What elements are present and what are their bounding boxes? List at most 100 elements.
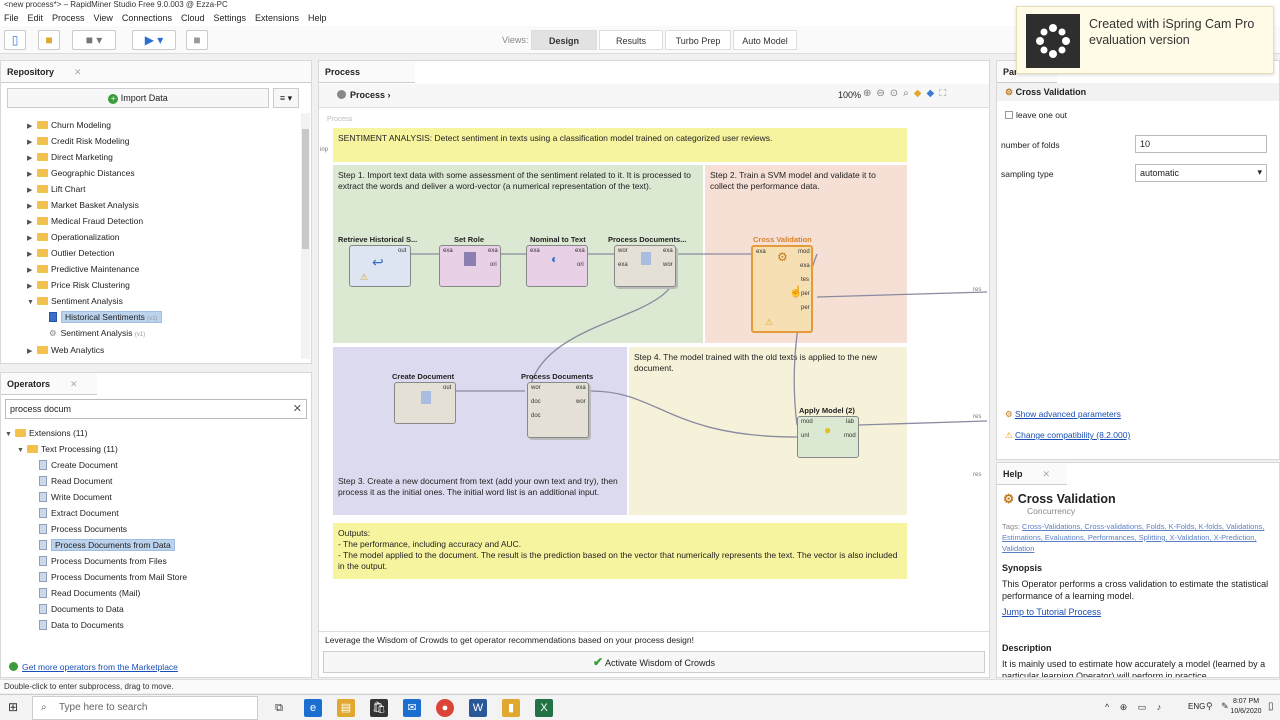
zoom-in-icon[interactable]: ⊕ [863,88,876,99]
marketplace-link[interactable]: Get more operators from the Marketplace [9,659,178,675]
task-view-icon[interactable]: ⧉ [270,699,288,717]
repo-item-churn-modeling[interactable]: ▶ Churn Modeling [27,117,111,133]
op-write-document[interactable]: Write Document [39,489,112,505]
repo-item-historical-sentiments[interactable]: Historical Sentiments (v1) [49,309,162,325]
menu-edit[interactable]: Edit [28,11,44,26]
repo-item-geographic-distances[interactable]: ▶ Geographic Distances [27,165,135,181]
menu-settings[interactable]: Settings [213,11,246,26]
process-tab[interactable]: Process [319,61,415,83]
stop-process-button[interactable]: ■ [186,30,208,50]
op-create-document[interactable]: out [394,382,456,424]
notifications-icon[interactable]: ▯ [1268,701,1274,712]
fullscreen-icon[interactable]: ⛶ [939,88,951,99]
evaluation-notification[interactable]: Created with iSpring Cam Pro evaluation … [1016,6,1274,74]
breadcrumb[interactable]: Process › [337,90,391,100]
save-process-button[interactable]: ■ ▾ [72,30,116,50]
op-tree-extensions[interactable]: ▼ Extensions (11) [5,425,87,441]
excel-icon[interactable]: X [535,699,553,717]
op-set-role[interactable]: exa exa ori [439,245,501,287]
result-port-2[interactable]: res [973,414,981,420]
close-icon[interactable]: ✕ [70,379,78,389]
auto-wire-icon[interactable]: ◆ [914,88,927,99]
repo-item-web-analytics[interactable]: ▶ Web Analytics [27,342,104,358]
operators-search-input[interactable]: process docum ✕ [5,399,307,419]
word-icon[interactable]: W [469,699,487,717]
result-port-1[interactable]: res [973,287,981,293]
leave-one-out-checkbox[interactable]: leave one out [1005,110,1067,120]
repository-tab[interactable]: Repository ✕ [1,61,311,83]
zoom-out-icon[interactable]: ⊖ [876,88,889,99]
sentiment-analysis-note[interactable]: SENTIMENT ANALYSIS: Detect sentiment in … [333,128,907,162]
edge-browser-icon[interactable]: e [304,699,322,717]
repo-item-sentiment-analysis-folder[interactable]: ▼ Sentiment Analysis [27,293,123,309]
op-process-documents-1[interactable]: wor exa exa wor [614,245,676,287]
step4-note[interactable]: Step 4. The model trained with the old t… [629,347,907,515]
file-explorer-icon[interactable]: ▤ [337,699,355,717]
zoom-fit-icon[interactable]: ⊙ [890,88,903,99]
result-port-3[interactable]: res [973,472,981,478]
op-documents-to-data[interactable]: Documents to Data [39,601,124,617]
new-process-button[interactable]: ▯ [4,30,26,50]
repository-scrollbar[interactable] [301,113,310,359]
sampling-select[interactable]: automatic ▾ [1135,164,1267,182]
folds-input[interactable]: 10 [1135,135,1267,153]
op-process-documents[interactable]: Process Documents [39,521,127,537]
op-nominal-to-text[interactable]: ◐ exa exa ori [526,245,588,287]
open-process-button[interactable]: ■ [38,30,60,50]
mail-icon[interactable]: ✉ [403,699,421,717]
menu-view[interactable]: View [94,11,113,26]
windows-start-icon[interactable]: ⊞ [8,700,18,714]
repo-item-credit-risk-modeling[interactable]: ▶ Credit Risk Modeling [27,133,129,149]
repo-item-direct-marketing[interactable]: ▶ Direct Marketing [27,149,113,165]
menu-cloud[interactable]: Cloud [181,11,205,26]
repo-item-predictive-maintenance[interactable]: ▶ Predictive Maintenance [27,261,139,277]
repo-item-medical-fraud-detection[interactable]: ▶ Medical Fraud Detection [27,213,143,229]
repo-item-lift-chart[interactable]: ▶ Lift Chart [27,181,86,197]
clear-search-icon[interactable]: ✕ [293,400,302,418]
menu-help[interactable]: Help [308,11,327,26]
op-cross-validation[interactable]: ⚙ ⚠ exa mod exa tes per per ☝ [751,245,813,333]
scrollbar-thumb[interactable] [302,129,309,249]
outputs-note[interactable]: Outputs: - The performance, including ac… [333,523,907,579]
help-tags[interactable]: Tags: Cross-Validations, Cross-validatio… [1002,521,1270,554]
op-process-documents-from-mail-store[interactable]: Process Documents from Mail Store [39,569,187,585]
menu-file[interactable]: File [4,11,19,26]
chrome-icon[interactable]: ● [436,699,454,717]
menu-extensions[interactable]: Extensions [255,11,299,26]
canvas-tools[interactable]: ⊕⊖⊙⌕◆◆⛶ [863,88,951,99]
taskbar-clock[interactable]: 8:07 PM 10/6/2020 [1228,697,1264,717]
op-data-to-documents[interactable]: Data to Documents [39,617,124,633]
op-read-document[interactable]: Read Document [39,473,112,489]
taskbar-search-input[interactable]: ⌕ Type here to search [32,696,258,720]
op-tree-text-processing[interactable]: ▼ Text Processing (11) [17,441,118,457]
store-icon[interactable]: 🛍 [370,699,388,717]
close-icon[interactable]: ✕ [74,67,82,77]
zoom-reset-icon[interactable]: ⌕ [903,88,914,99]
op-process-documents-from-data[interactable]: Process Documents from Data [39,537,175,553]
activate-wisdom-button[interactable]: ✔ Activate Wisdom of Crowds [323,651,985,673]
view-turbo-prep-button[interactable]: Turbo Prep [665,30,731,50]
run-process-button[interactable]: ▶ ▾ [132,30,176,50]
repo-item-price-risk-clustering[interactable]: ▶ Price Risk Clustering [27,277,130,293]
menu-connections[interactable]: Connections [122,11,172,26]
view-design-button[interactable]: Design [531,30,597,50]
repo-item-market-basket-analysis[interactable]: ▶ Market Basket Analysis [27,197,139,213]
op-process-documents-from-files[interactable]: Process Documents from Files [39,553,167,569]
reorder-icon[interactable]: ◆ [926,88,939,99]
close-icon[interactable]: ✕ [1043,469,1051,479]
input-port-label[interactable]: inp [320,147,328,153]
tutorial-link[interactable]: Jump to Tutorial Process [1002,607,1101,617]
op-read-documents-mail[interactable]: Read Documents (Mail) [39,585,140,601]
op-retrieve-historical[interactable]: ↩ ⚠ out [349,245,411,287]
op-extract-document[interactable]: Extract Document [39,505,119,521]
op-create-document[interactable]: Create Document [39,457,118,473]
op-process-documents-2[interactable]: wor doc doc exa wor [527,382,589,438]
help-tab[interactable]: Help ✕ [997,463,1067,485]
view-results-button[interactable]: Results [599,30,663,50]
change-compatibility-link[interactable]: ⚠ Change compatibility (8.2.000) [1005,430,1130,441]
repo-item-outlier-detection[interactable]: ▶ Outlier Detection [27,245,114,261]
system-tray-icons[interactable]: ^ ⊕ ▭ ♪ [1105,702,1165,713]
show-advanced-link[interactable]: ⚙ Show advanced parameters [1005,409,1121,420]
repo-item-operationalization[interactable]: ▶ Operationalization [27,229,120,245]
repository-menu-button[interactable]: ≡ ▾ [273,88,299,108]
